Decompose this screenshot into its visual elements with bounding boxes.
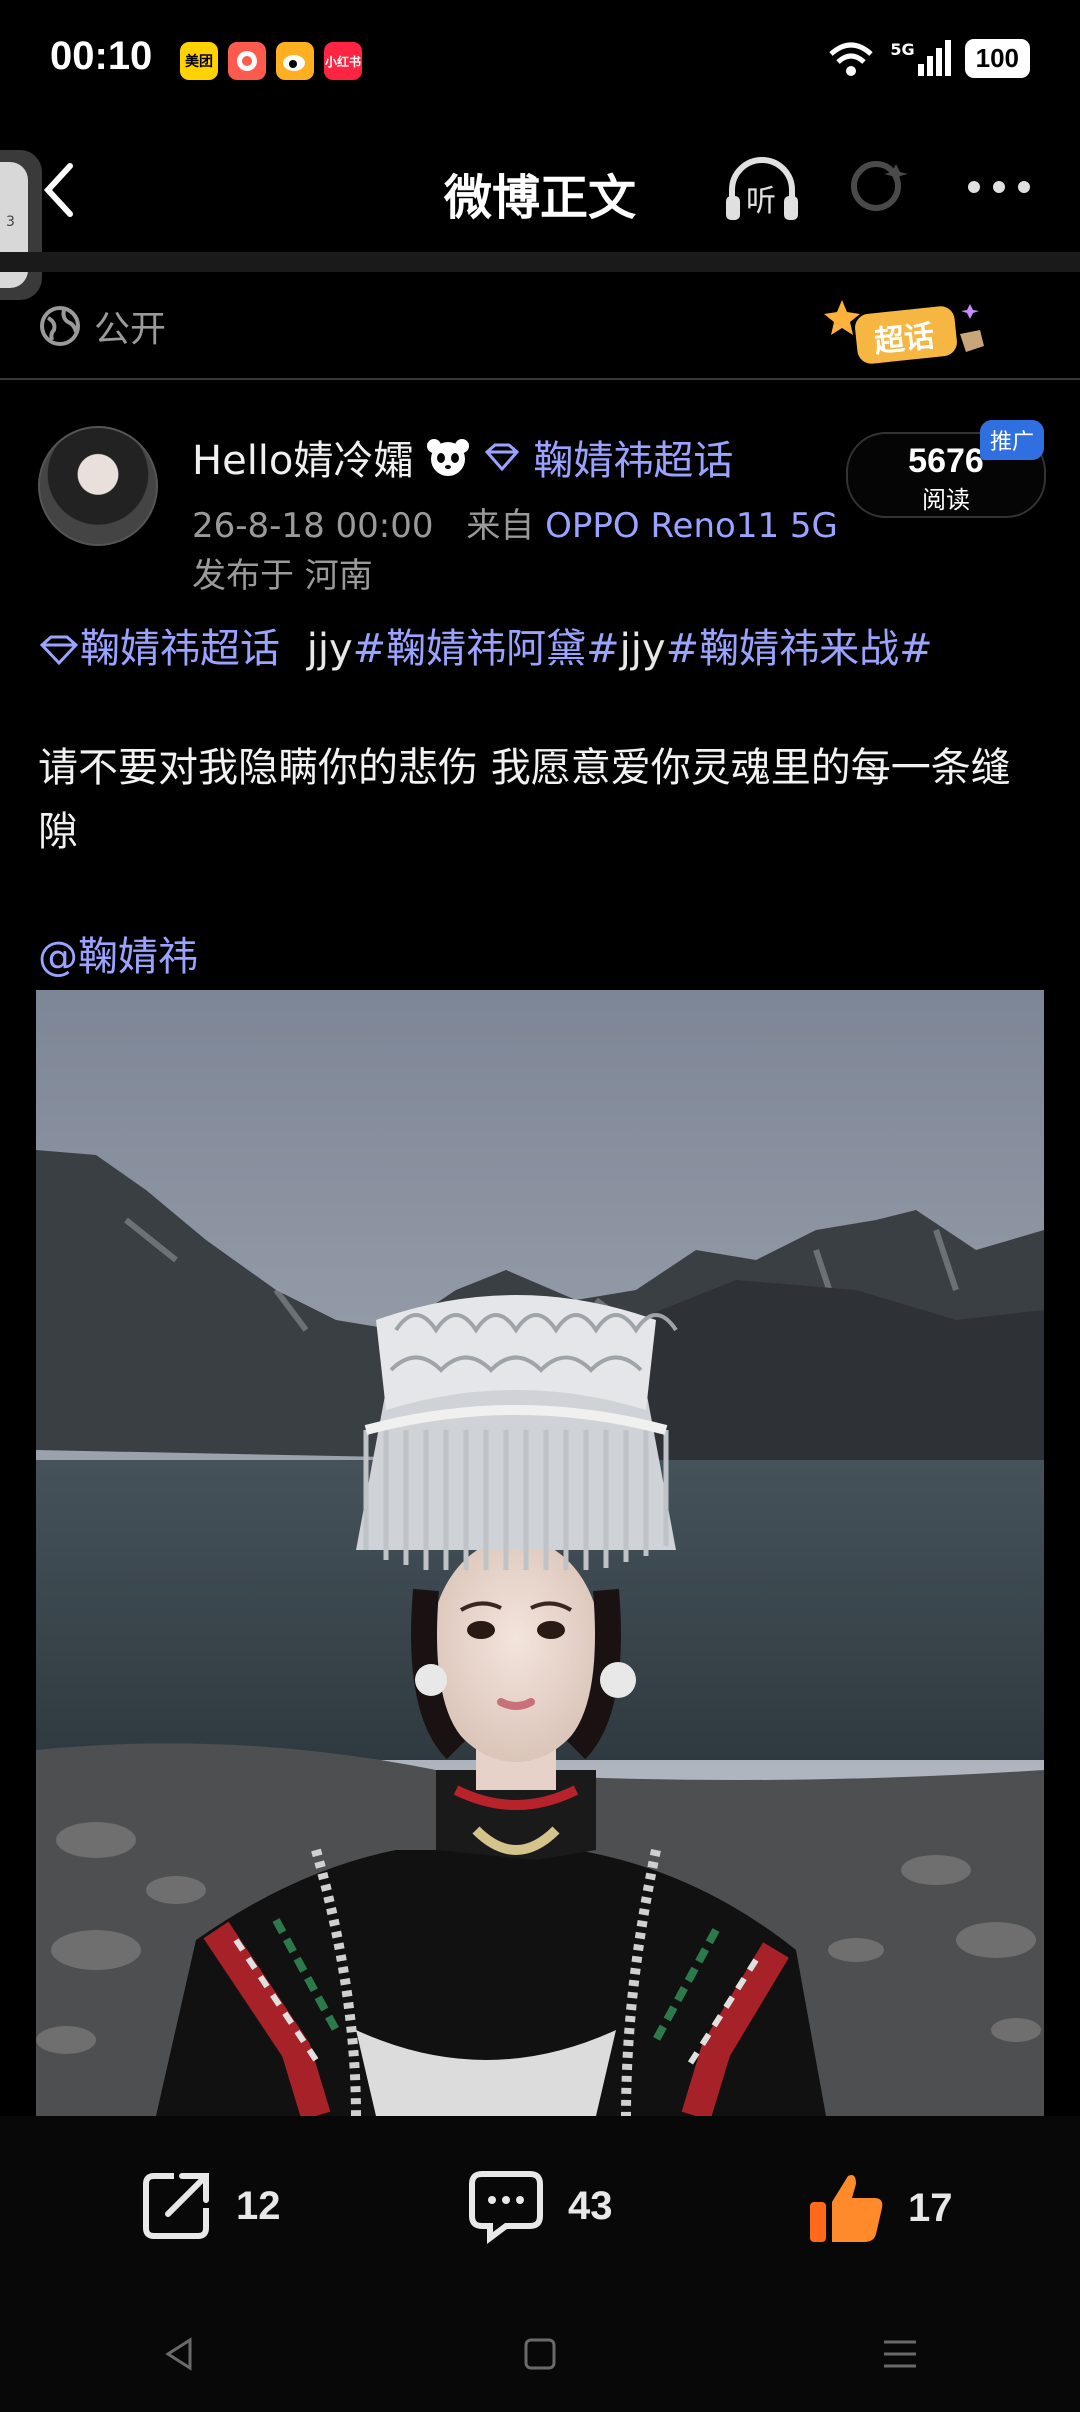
reads-label: 阅读: [922, 486, 970, 514]
weibo-app-icon: [276, 42, 314, 80]
listen-label: 听: [746, 184, 776, 219]
more-options-icon[interactable]: [964, 172, 1034, 202]
repost-icon: [143, 2173, 209, 2239]
app-notification-icon: [228, 42, 266, 80]
post-tags: 鞠婧祎超话 jjy#鞠婧祎阿黛#jjy#鞠婧祎来战#: [38, 616, 933, 674]
post-meta: 26-8-18 00:00 来自 OPPO Reno11 5G: [192, 498, 838, 547]
repost-count: 12: [236, 2183, 281, 2228]
status-indicators: 5G 100: [826, 38, 1030, 78]
globe-icon: [40, 306, 80, 346]
author-avatar[interactable]: [38, 426, 158, 546]
author-name[interactable]: Hello婧冷孀: [192, 428, 413, 486]
visibility-row: 公开: [38, 300, 166, 352]
source-prefix: 来自: [466, 506, 535, 546]
nav-home-icon[interactable]: [520, 2334, 560, 2374]
nav-recents-icon[interactable]: [880, 2334, 920, 2374]
listen-button[interactable]: 听: [720, 152, 804, 228]
author-supertopic-link[interactable]: 鞠婧祎超话: [533, 428, 733, 486]
diamond-icon: [39, 635, 79, 666]
source-device-link[interactable]: OPPO Reno11 5G: [545, 506, 838, 546]
promo-tag[interactable]: 推广: [980, 420, 1045, 460]
battery-indicator: 100: [964, 38, 1030, 78]
xiaohongshu-app-icon: 小红书: [324, 42, 362, 80]
comment-count: 43: [568, 2183, 613, 2228]
like-button[interactable]: 17: [806, 2168, 953, 2248]
visibility-label: 公开: [94, 309, 167, 350]
search-icon[interactable]: [848, 156, 912, 220]
tag-supertopic-link[interactable]: 鞠婧祎超话: [80, 626, 280, 672]
nav-back-icon[interactable]: [160, 2334, 200, 2374]
repost-button[interactable]: 12: [138, 2168, 281, 2244]
post-photo: [36, 990, 1044, 2116]
post-image[interactable]: [36, 990, 1044, 2116]
comment-icon: [469, 2171, 543, 2244]
status-time: 00:10: [50, 34, 153, 78]
header-divider: [0, 252, 1080, 272]
like-count: 17: [908, 2185, 953, 2230]
post-text: 请不要对我隐瞒你的悲伤 我愿意爱你灵魂里的每一条缝隙: [38, 745, 1011, 855]
section-divider: [0, 378, 1080, 380]
comment-button[interactable]: 43: [466, 2168, 613, 2244]
wifi-icon: [829, 42, 874, 76]
tag-plain-1: jjy: [306, 626, 353, 672]
panda-emoji-icon: [427, 439, 470, 476]
mention-link[interactable]: @鞠婧祎: [38, 924, 198, 982]
post-location: 发布于 河南: [192, 556, 373, 596]
diamond-icon: [485, 443, 520, 472]
page-title: 微博正文: [443, 170, 636, 226]
hashtag-link-2[interactable]: #鞠婧祎来战#: [666, 626, 933, 672]
supertopic-badge[interactable]: 超话: [820, 296, 995, 368]
hashtag-link-1[interactable]: #鞠婧祎阿黛#: [353, 626, 620, 672]
author-row: Hello婧冷孀 鞠婧祎超话: [192, 428, 733, 486]
system-navigation-bar: [0, 2296, 1080, 2412]
meituan-app-icon: 美团: [180, 42, 218, 80]
thumbs-up-icon: [810, 2175, 883, 2242]
supertopic-badge-label: 超话: [872, 318, 937, 361]
signal-icon: 5G: [890, 40, 951, 76]
post-date: 26-8-18 00:00: [192, 506, 434, 546]
tag-plain-2: jjy: [619, 626, 666, 672]
